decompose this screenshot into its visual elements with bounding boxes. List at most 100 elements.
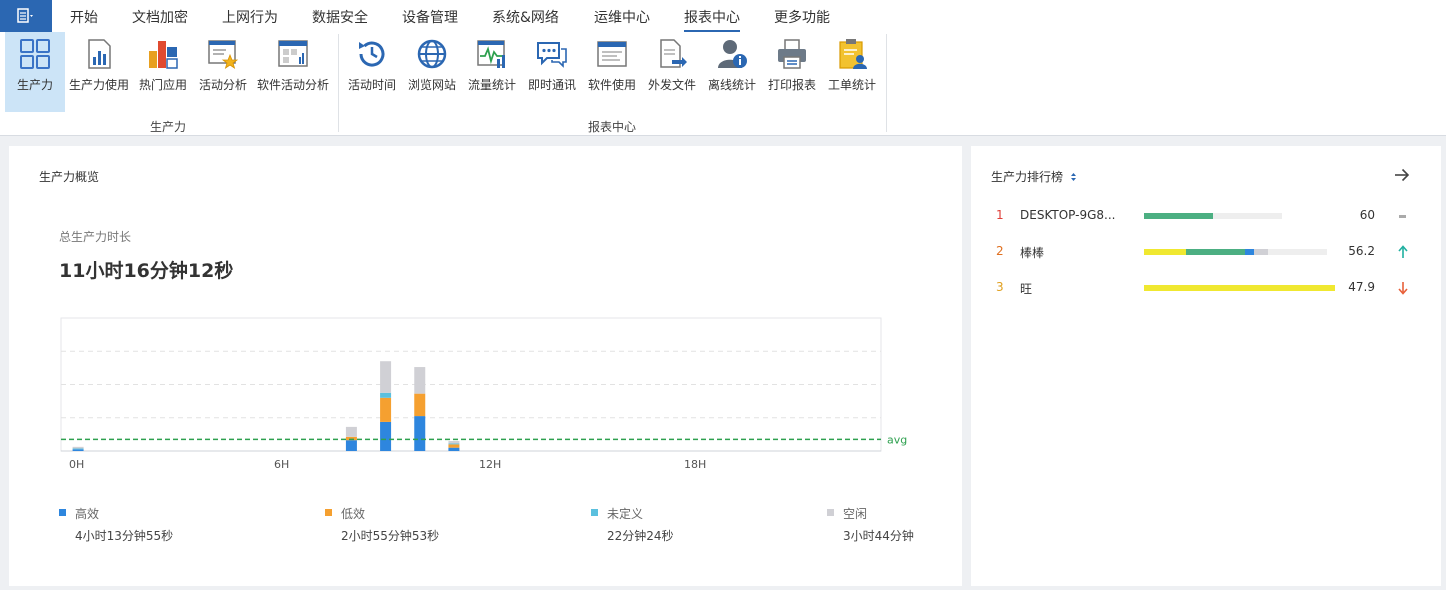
- menu-item-report-center[interactable]: 报表中心: [684, 7, 740, 32]
- chart-bar-segment: [380, 392, 392, 398]
- tool-productivity[interactable]: 生产力: [5, 32, 65, 112]
- rank-bar-segment: [1144, 285, 1335, 291]
- ribbon-group-label: 生产力: [150, 120, 187, 134]
- rank-score: 56.2: [1348, 244, 1375, 258]
- legend-swatch: [59, 509, 66, 516]
- legend-name: 未定义: [607, 507, 644, 521]
- tool-outgoing-files[interactable]: 外发文件: [646, 32, 698, 112]
- rank-name: DESKTOP-9G8...: [1020, 208, 1116, 222]
- ranking-row[interactable]: 3 旺 47.9: [971, 278, 1441, 298]
- legend-name: 高效: [75, 507, 100, 521]
- chart-x-tick-label: 0H: [69, 458, 84, 471]
- ribbon-group-separator: [338, 34, 339, 132]
- chart-avg-label: avg: [887, 433, 907, 446]
- legend-value: 22分钟24秒: [607, 529, 674, 543]
- menu-item-start[interactable]: 开始: [70, 7, 98, 27]
- productivity-hourly-chart: avg 0H 6H 12H 18H: [60, 317, 907, 471]
- tool-offline-stats[interactable]: 离线统计: [706, 32, 758, 112]
- rank-score: 60: [1359, 208, 1375, 222]
- bar-report-icon: [82, 37, 116, 71]
- rank-name: 棒棒: [1020, 246, 1045, 260]
- tool-instant-messaging[interactable]: 即时通讯: [526, 32, 578, 112]
- tool-print-report[interactable]: 打印报表: [766, 32, 818, 112]
- chart-x-tick-label: 18H: [684, 458, 706, 471]
- productivity-grid-icon: [18, 37, 52, 71]
- rank-name: 旺: [1020, 282, 1033, 296]
- legend-name: 低效: [341, 507, 366, 521]
- chart-bar-segment: [72, 446, 84, 449]
- app-menu-button[interactable]: [0, 0, 52, 32]
- menu-item-data-security[interactable]: 数据安全: [312, 7, 368, 27]
- ranking-row[interactable]: 2 棒棒 56.2: [971, 242, 1441, 262]
- legend-value: 2小时55分钟53秒: [341, 529, 440, 543]
- document-menu-icon: [16, 8, 36, 24]
- tool-label: 活动时间: [347, 78, 396, 92]
- rank-score-bar: [1144, 249, 1327, 255]
- rank-number: 2: [996, 244, 1004, 258]
- menu-item-system-network[interactable]: 系统&网络: [492, 7, 559, 27]
- chart-x-tick-label: 6H: [274, 458, 289, 471]
- popular-apps-icon: [146, 37, 180, 71]
- menu-item-doc-encrypt[interactable]: 文档加密: [132, 7, 188, 27]
- printer-icon: [775, 37, 809, 71]
- legend-swatch: [325, 509, 332, 516]
- ranking-title[interactable]: 生产力排行榜: [991, 168, 1077, 185]
- chart-x-tick-label: 12H: [479, 458, 501, 471]
- sort-updown-icon[interactable]: [1070, 171, 1077, 185]
- menu-item-more[interactable]: 更多功能: [774, 7, 830, 27]
- arrow-right-icon[interactable]: [1393, 166, 1411, 187]
- software-activity-icon: [276, 37, 310, 71]
- ranking-title-text: 生产力排行榜: [991, 170, 1064, 184]
- tool-software-activity[interactable]: 软件活动分析: [255, 32, 331, 112]
- work-order-icon: [835, 37, 869, 71]
- legend-name: 空闲: [843, 507, 868, 521]
- tool-work-order-stats[interactable]: 工单统计: [826, 32, 878, 112]
- rank-bar-segment: [1186, 249, 1245, 255]
- history-clock-icon: [355, 37, 389, 71]
- rank-bar-segment: [1253, 249, 1269, 255]
- tool-browse-web[interactable]: 浏览网站: [406, 32, 458, 112]
- tool-label: 热门应用: [138, 78, 187, 92]
- tool-label: 软件使用: [587, 78, 636, 92]
- trend-down-icon: [1395, 278, 1411, 298]
- chart-bar-segment: [448, 441, 460, 444]
- ribbon-group-label: 报表中心: [588, 120, 637, 134]
- tool-productivity-usage[interactable]: 生产力使用: [67, 32, 131, 112]
- globe-icon: [415, 37, 449, 71]
- legend-swatch: [827, 509, 834, 516]
- tool-label: 浏览网站: [407, 78, 456, 92]
- chart-bar-segment: [448, 444, 460, 448]
- menu-item-web-behavior[interactable]: 上网行为: [222, 7, 278, 27]
- tool-label: 外发文件: [647, 78, 696, 92]
- outgoing-file-icon: [655, 37, 689, 71]
- chart-bar-segment: [414, 393, 426, 417]
- menu-item-device-mgmt[interactable]: 设备管理: [402, 7, 458, 27]
- tool-traffic-stats[interactable]: 流量统计: [466, 32, 518, 112]
- tool-label: 离线统计: [707, 78, 756, 92]
- traffic-chart-icon: [475, 37, 509, 71]
- tool-label: 活动分析: [198, 78, 247, 92]
- chat-bubbles-icon: [535, 37, 569, 71]
- chart-bar-segment: [345, 426, 357, 437]
- chart-bar-segment: [414, 416, 426, 451]
- menu-item-ops-center[interactable]: 运维中心: [594, 7, 650, 27]
- tool-popular-apps[interactable]: 热门应用: [135, 32, 191, 112]
- tool-software-usage[interactable]: 软件使用: [586, 32, 638, 112]
- tool-label: 工单统计: [827, 78, 876, 92]
- chart-bar-segment: [448, 443, 460, 445]
- tool-label: 生产力使用: [68, 78, 129, 92]
- ribbon-toolbar: 生产力 生产力使用 热门应用 活动分析 软件活动分析 生产力 活动时间 浏览网站…: [0, 32, 1446, 136]
- chart-bar-segment: [72, 449, 84, 451]
- legend-swatch: [591, 509, 598, 516]
- rank-number: 3: [996, 280, 1004, 294]
- tool-activity-time[interactable]: 活动时间: [346, 32, 398, 112]
- offline-user-icon: [715, 37, 749, 71]
- chart-bar-segment: [72, 448, 84, 450]
- rank-score: 47.9: [1348, 280, 1375, 294]
- tool-label: 即时通讯: [527, 78, 576, 92]
- tool-activity-analysis[interactable]: 活动分析: [196, 32, 250, 112]
- rank-bar-segment: [1144, 213, 1213, 219]
- ranking-row[interactable]: 1 DESKTOP-9G8... 60: [971, 206, 1441, 226]
- chart-bar-segment: [380, 361, 392, 393]
- rank-score-bar: [1144, 285, 1335, 291]
